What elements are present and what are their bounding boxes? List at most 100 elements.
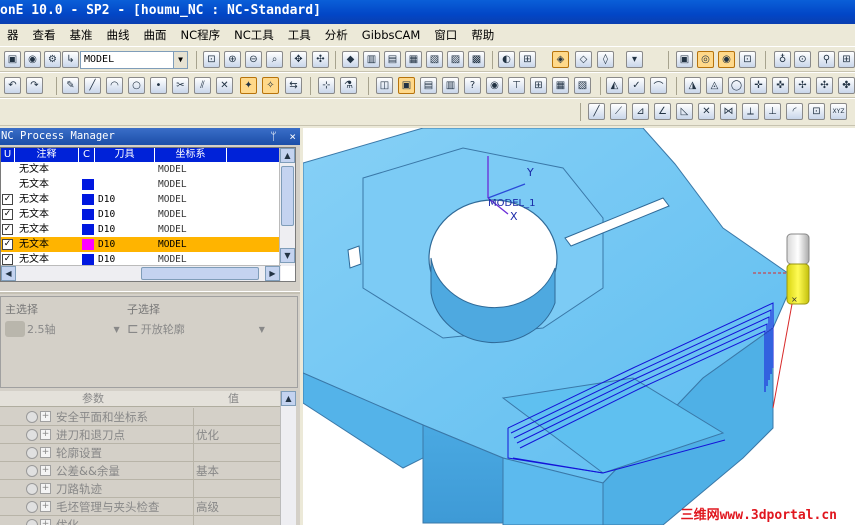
line-tool-2-icon[interactable]: ⟋ <box>610 103 627 120</box>
highlight-icon[interactable]: ◎ <box>697 51 714 68</box>
menu-item-window[interactable]: 窗口 <box>427 24 464 46</box>
param-row[interactable]: + 公差&&余量 基本 <box>0 462 280 480</box>
param-row[interactable]: + 轮廓设置 <box>0 444 280 462</box>
surface-icon-4[interactable]: ◮ <box>684 77 701 94</box>
surface-icon-5[interactable]: ◬ <box>706 77 723 94</box>
split-icon[interactable]: ⊥ <box>764 103 781 120</box>
fillet-icon[interactable]: ◜ <box>786 103 803 120</box>
offset-icon[interactable]: ⫽ <box>194 77 211 94</box>
undo-icon[interactable]: ↶ <box>4 77 21 94</box>
menu-item-gibbscam[interactable]: GibbsCAM <box>355 24 428 46</box>
col-coord[interactable]: 坐标系 <box>155 148 227 162</box>
expand-icon[interactable]: + <box>40 429 51 440</box>
nc-icon-3[interactable]: ▤ <box>420 77 437 94</box>
model-combo[interactable]: MODEL ▼ <box>80 51 188 69</box>
shaded-mode-icon[interactable]: ◈ <box>552 51 569 68</box>
help-icon[interactable]: ? <box>464 77 481 94</box>
axis-icon[interactable]: ✛ <box>750 77 767 94</box>
cross-icon[interactable]: ✕ <box>698 103 715 120</box>
scroll-down-icon[interactable]: ▼ <box>280 248 295 263</box>
surface-icon-2[interactable]: ✓ <box>628 77 645 94</box>
search-icon[interactable]: ⌕ <box>266 51 283 68</box>
cube-back-icon[interactable]: ▩ <box>468 51 485 68</box>
axis-icon-5[interactable]: ✤ <box>838 77 855 94</box>
display-dropdown-icon[interactable]: ▾ <box>626 51 643 68</box>
regen-icon[interactable]: ⚙ <box>44 51 61 68</box>
hidden-line-icon[interactable]: ◊ <box>597 51 614 68</box>
pin-icon[interactable]: ⚲ <box>818 51 835 68</box>
param-value[interactable]: 基本 <box>193 462 280 480</box>
redo-icon[interactable]: ↷ <box>26 77 43 94</box>
table-vertical-scrollbar[interactable]: ▲ ▼ <box>279 148 295 266</box>
nc-icon-5[interactable]: ◉ <box>486 77 503 94</box>
param-value[interactable]: 高级 <box>193 498 280 516</box>
view-icon[interactable]: ◉ <box>24 51 41 68</box>
cube-shaded-icon[interactable]: ◆ <box>342 51 359 68</box>
param-value[interactable] <box>193 408 280 426</box>
lock-icon[interactable]: ⊞ <box>519 51 536 68</box>
nc-icon-4[interactable]: ▥ <box>442 77 459 94</box>
chamfer-icon[interactable]: ◺ <box>676 103 693 120</box>
col-c[interactable]: C <box>79 148 95 162</box>
table-horizontal-scrollbar[interactable]: ◀ ▶ <box>1 265 281 281</box>
line-icon[interactable]: ╱ <box>84 77 101 94</box>
nc-icon-6[interactable]: ⊤ <box>508 77 525 94</box>
line-tool-icon[interactable]: ╱ <box>588 103 605 120</box>
param-row[interactable]: + 进刀和退刀点 优化 <box>0 426 280 444</box>
modify-icon[interactable]: ✧ <box>262 77 279 94</box>
cube-bottom-icon[interactable]: ▨ <box>447 51 464 68</box>
menu-item-curve[interactable]: 曲线 <box>100 24 137 46</box>
col-u[interactable]: U <box>1 148 15 162</box>
table-row[interactable]: 无文本 MODEL <box>1 177 281 192</box>
rotate-icon[interactable]: ✣ <box>312 51 329 68</box>
zoom-icon[interactable]: ⊕ <box>224 51 241 68</box>
convert-icon[interactable]: ⇆ <box>285 77 302 94</box>
row-checkbox[interactable]: ✓ <box>2 239 13 250</box>
scroll-thumb[interactable] <box>281 166 294 226</box>
param-value[interactable]: 优化 <box>193 426 280 444</box>
camera-icon[interactable]: ⊙ <box>794 51 811 68</box>
open-icon[interactable]: ▣ <box>4 51 21 68</box>
close-icon[interactable]: × <box>289 130 296 143</box>
pin-icon[interactable]: ᛘ <box>270 130 277 143</box>
param-row[interactable]: + 毛坯管理与夹头检查 高级 <box>0 498 280 516</box>
row-checkbox[interactable]: ✓ <box>2 224 13 235</box>
edit-curve-icon[interactable]: ✦ <box>240 77 257 94</box>
wireframe-mode-icon[interactable]: ◇ <box>575 51 592 68</box>
3d-viewport[interactable]: × Y X MODEL_1 三维网www.3dportal.cn <box>303 128 855 525</box>
cube-top-icon[interactable]: ▤ <box>384 51 401 68</box>
param-scrollbar[interactable]: ▲ <box>280 391 296 525</box>
nc-icon-8[interactable]: ▦ <box>552 77 569 94</box>
scroll-right-icon[interactable]: ▶ <box>265 266 280 281</box>
scroll-thumb[interactable] <box>141 267 259 280</box>
menu-item-view[interactable]: 查看 <box>26 24 63 46</box>
axis-icon-3[interactable]: ✢ <box>794 77 811 94</box>
dim-icon[interactable]: ⊿ <box>632 103 649 120</box>
table-row[interactable]: ✓ 无文本 D10 MODEL <box>1 192 281 207</box>
menu-item-nc-tool[interactable]: NC工具 <box>227 24 281 46</box>
menu-item-help[interactable]: 帮助 <box>464 24 501 46</box>
expand-icon[interactable]: + <box>40 483 51 494</box>
extend-icon[interactable]: ⟂ <box>742 103 759 120</box>
param-value[interactable] <box>193 480 280 498</box>
chevron-down-icon[interactable]: ▼ <box>259 325 265 334</box>
cube-front-icon[interactable]: ▥ <box>363 51 380 68</box>
param-value[interactable] <box>193 516 280 525</box>
layer-icon[interactable]: ▣ <box>676 51 693 68</box>
nc-icon-1[interactable]: ◫ <box>376 77 393 94</box>
pan-icon[interactable]: ✥ <box>290 51 307 68</box>
table-row[interactable]: 无文本 MODEL <box>1 162 281 177</box>
scroll-up-icon[interactable]: ▲ <box>281 391 296 406</box>
angle-icon[interactable]: ∠ <box>654 103 671 120</box>
more-icon[interactable]: ⊞ <box>838 51 855 68</box>
chevron-down-icon[interactable]: ▼ <box>173 52 187 68</box>
table-row[interactable]: ✓ 无文本 D10 MODEL <box>1 222 281 237</box>
param-row[interactable]: + 安全平面和坐标系 <box>0 408 280 426</box>
render-icon[interactable]: ◐ <box>498 51 515 68</box>
menu-item-datum[interactable]: 基准 <box>63 24 100 46</box>
menu-item-tools[interactable]: 工具 <box>281 24 318 46</box>
sub-select-dropdown[interactable]: ⊏ 开放轮廓 ▼ <box>127 321 265 337</box>
menu-item-surface[interactable]: 曲面 <box>137 24 174 46</box>
measure-icon[interactable]: ⊹ <box>318 77 335 94</box>
zoom-out-icon[interactable]: ⊖ <box>245 51 262 68</box>
